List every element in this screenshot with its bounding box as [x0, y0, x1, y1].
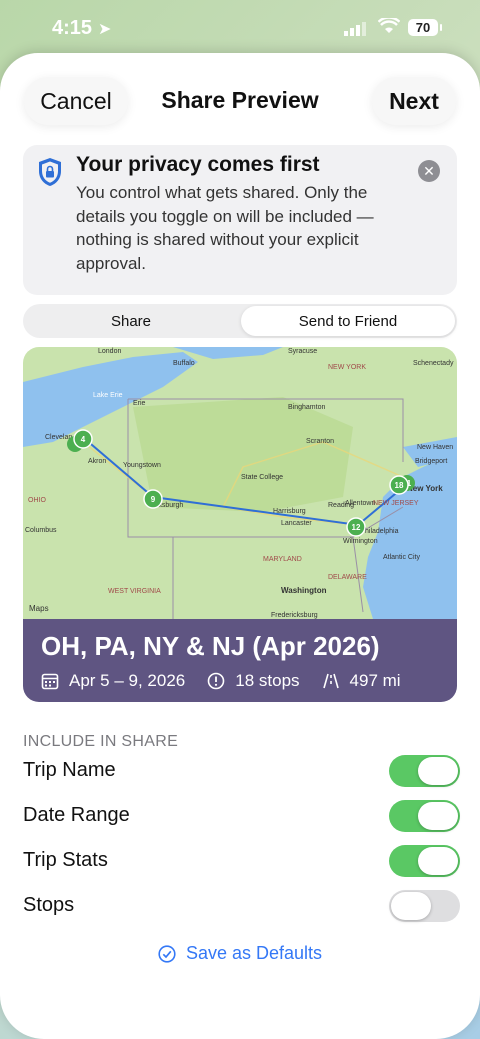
include-row-trip-stats: Trip Stats — [23, 843, 460, 879]
map-label-atlantic-city: Atlantic City — [383, 554, 420, 561]
map-label-buffalo: Buffalo — [173, 360, 195, 367]
privacy-notice: Your privacy comes first You control wha… — [23, 145, 457, 295]
stop-count-pittsburgh: 9 — [151, 495, 156, 504]
toggle-trip-stats[interactable] — [389, 845, 460, 877]
toggle-stops[interactable] — [389, 890, 460, 922]
map-label-lancaster: Lancaster — [281, 520, 312, 527]
trip-name: OH, PA, NY & NJ (Apr 2026) — [41, 631, 380, 661]
include-label: Stops — [23, 894, 75, 916]
map-label-maryland: MARYLAND — [263, 556, 302, 563]
map-label-wilmington: Wilmington — [343, 538, 378, 545]
map-label-philadelphia: hiladelphia — [365, 528, 399, 535]
include-label: Trip Stats — [23, 849, 108, 871]
stop-count-cleveland: 4 — [81, 435, 86, 444]
road-distance-icon — [322, 673, 339, 689]
status-bar: 4:15 ➤ 70 — [0, 0, 480, 58]
stop-count-philadelphia: 12 — [352, 523, 361, 532]
map-label-delaware: DELAWARE — [328, 574, 367, 581]
save-as-defaults-button[interactable]: Save as Defaults — [0, 943, 480, 964]
privacy-title: Your privacy comes first — [76, 153, 320, 176]
trip-dates: Apr 5 – 9, 2026 — [69, 671, 186, 690]
map-label-syracuse: Syracuse — [288, 348, 317, 355]
trip-meta: Apr 5 – 9, 2026 18 stops 497 mi — [41, 671, 401, 691]
maps-attribution: Maps — [29, 604, 49, 613]
map-label-new-jersey: NEW JERSEY — [373, 500, 419, 507]
map-label-fredericksburg: Fredericksburg — [271, 612, 318, 619]
share-preview-sheet: Cancel Share Preview Next Your privacy c… — [0, 53, 480, 1039]
location-arrow-icon: ➤ — [98, 21, 112, 38]
cellular-signal-icon — [344, 22, 366, 36]
include-label: Trip Name — [23, 759, 116, 781]
map-label-youngstown: Youngstown — [123, 462, 161, 469]
include-label: Date Range — [23, 804, 130, 826]
map-label-bridgeport: Bridgeport — [415, 458, 447, 465]
map-label-schenectady: Schenectady — [413, 360, 454, 367]
map-label-west-virginia: WEST VIRGINIA — [108, 588, 161, 595]
map-label-new-york-state: NEW YORK — [328, 364, 366, 371]
share-mode-segmented-control: Share Send to Friend — [23, 304, 457, 338]
next-button[interactable]: Next — [372, 77, 456, 125]
map-label-binghamton: Binghamton — [288, 404, 325, 411]
save-as-defaults-label: Save as Defaults — [185, 943, 323, 963]
trip-distance: 497 mi — [349, 671, 401, 690]
map-label-akron: Akron — [88, 458, 106, 465]
map-label-erie: Erie — [133, 400, 146, 407]
map-label-harrisburg: Harrisburg — [273, 508, 306, 515]
stops-pin-icon — [207, 672, 225, 690]
tab-share[interactable]: Share — [25, 306, 237, 336]
toggle-trip-name[interactable] — [389, 755, 460, 787]
pennsylvania-forest — [133, 397, 353, 512]
tab-send-to-friend[interactable]: Send to Friend — [241, 306, 455, 336]
calendar-icon — [41, 673, 59, 690]
map-label-state-college: State College — [241, 474, 283, 481]
battery-icon: 70 — [408, 19, 442, 36]
checkmark-circle-icon — [158, 944, 176, 963]
trip-summary-banner: OH, PA, NY & NJ (Apr 2026) Apr 5 – 9, 20… — [23, 619, 457, 702]
map-label-london: London — [98, 348, 121, 355]
wifi-icon — [377, 16, 401, 39]
include-row-trip-name: Trip Name — [23, 753, 460, 789]
map-label-scranton: Scranton — [306, 438, 334, 445]
stop-count-new-york: 18 — [395, 481, 404, 490]
trip-map-card: London Buffalo Syracuse Schenectady NEW … — [23, 347, 457, 702]
map-label-lake-erie: Lake Erie — [93, 392, 123, 399]
privacy-body: You control what gets shared. Only the d… — [76, 183, 374, 273]
map-label-columbus: Columbus — [25, 527, 57, 534]
toggle-date-range[interactable] — [389, 800, 460, 832]
map-label-ohio: OHIO — [28, 497, 46, 504]
trip-stops: 18 stops — [235, 671, 300, 690]
shield-lock-icon — [39, 158, 61, 186]
map-label-new-haven: New Haven — [417, 444, 453, 451]
include-row-date-range: Date Range — [23, 798, 460, 834]
include-section-header: INCLUDE IN SHARE — [23, 733, 179, 750]
status-time: 4:15 — [52, 17, 93, 39]
map-label-washington: Washington — [281, 586, 327, 595]
trip-route-map[interactable]: London Buffalo Syracuse Schenectady NEW … — [23, 347, 457, 619]
close-icon[interactable]: ✕ — [418, 160, 440, 182]
map-label-reading: Reading — [328, 502, 354, 509]
include-row-stops: Stops — [23, 888, 460, 924]
